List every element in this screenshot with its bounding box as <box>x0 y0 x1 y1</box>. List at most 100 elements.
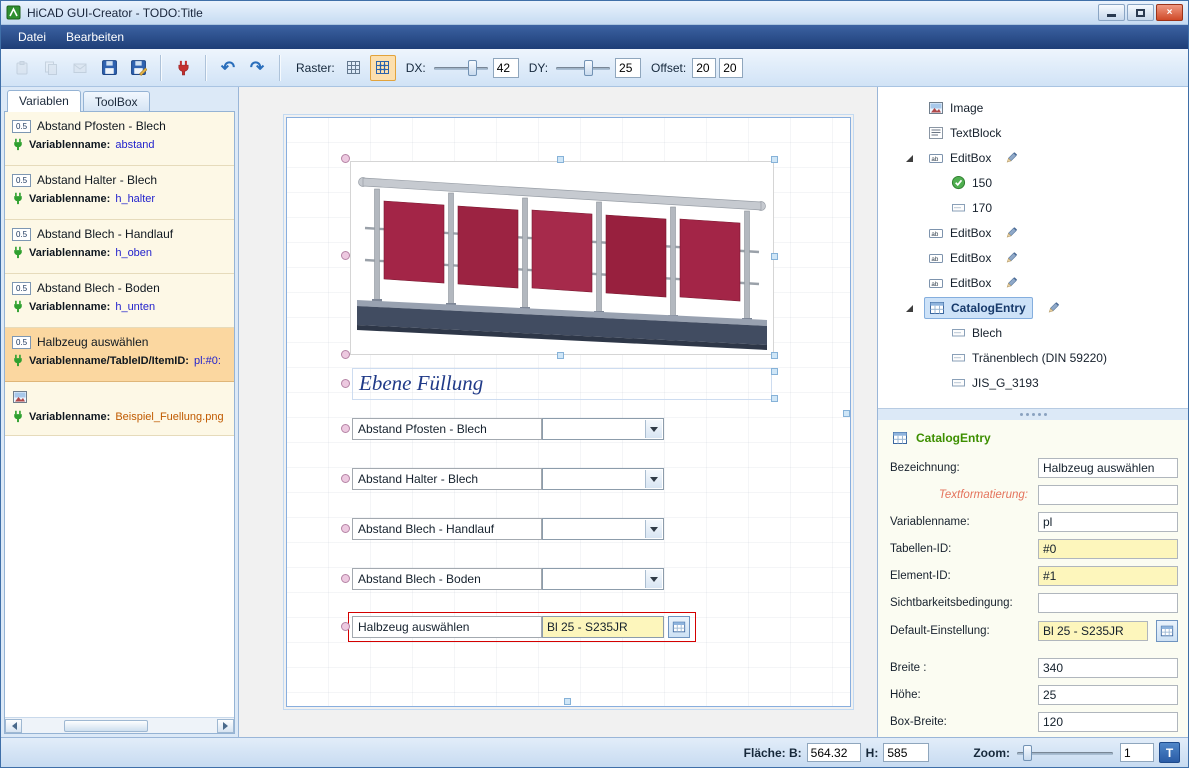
bezeichnung-input[interactable] <box>1038 458 1178 478</box>
export-button[interactable] <box>67 55 93 81</box>
tree-item-170[interactable]: 170 <box>878 195 1184 220</box>
copy-button[interactable] <box>38 55 64 81</box>
variable-card[interactable]: 0.5 Abstand Halter - Blech Variablenname… <box>5 166 234 220</box>
area-height-input[interactable] <box>883 743 929 762</box>
edit-pencil-icon[interactable] <box>1004 151 1018 165</box>
hoehe-input[interactable] <box>1038 685 1178 705</box>
tabellen-id-input[interactable] <box>1038 539 1178 559</box>
selection-handle[interactable] <box>341 350 350 359</box>
element-id-input[interactable] <box>1038 566 1178 586</box>
dx-slider[interactable] <box>432 58 490 78</box>
variable-card[interactable]: Variablenname: Beispiel_Fuellung.png <box>5 382 234 436</box>
scroll-left-arrow[interactable] <box>5 719 22 733</box>
variable-card[interactable]: 0.5 Abstand Blech - Handlauf Variablenna… <box>5 220 234 274</box>
tree-item-editbox[interactable]: ab EditBox <box>878 245 1184 270</box>
tab-variablen[interactable]: Variablen <box>7 90 81 112</box>
selection-handle[interactable] <box>771 156 778 163</box>
sichtbarkeitsbedingung-input[interactable] <box>1038 593 1178 613</box>
dropdown-arrow-button[interactable] <box>645 420 662 438</box>
dropdown-arrow-button[interactable] <box>645 470 662 488</box>
scroll-right-arrow[interactable] <box>217 719 234 733</box>
minimize-button[interactable] <box>1098 4 1125 21</box>
textformatierung-input[interactable] <box>1038 485 1178 505</box>
tree-item-150[interactable]: 150 <box>878 170 1184 195</box>
selection-handle[interactable] <box>341 524 350 533</box>
edit-pencil-icon[interactable] <box>1004 251 1018 265</box>
catalog-value-field[interactable]: Bl 25 - S235JR <box>542 616 664 638</box>
panel-splitter[interactable] <box>878 409 1188 420</box>
dropdown-arrow-button[interactable] <box>645 520 662 538</box>
menu-datei[interactable]: Datei <box>9 27 55 47</box>
grid-toggle-button[interactable] <box>341 55 367 81</box>
tree-item-catalogentry-selected[interactable]: CatalogEntry <box>878 295 1184 320</box>
horizontal-scrollbar[interactable] <box>5 717 234 733</box>
save-as-button[interactable] <box>125 55 151 81</box>
selection-handle[interactable] <box>341 251 350 260</box>
selection-handle[interactable] <box>341 379 350 388</box>
dy-slider[interactable] <box>554 58 612 78</box>
selection-handle[interactable] <box>843 410 850 417</box>
selection-handle[interactable] <box>341 424 350 433</box>
tree-item-editbox[interactable]: ab EditBox <box>878 145 1184 170</box>
zoom-slider[interactable] <box>1015 743 1115 763</box>
tree-item-jis-g-3193[interactable]: JIS_G_3193 <box>878 370 1184 395</box>
selection-handle[interactable] <box>341 154 350 163</box>
dropdown-arrow-button[interactable] <box>645 570 662 588</box>
catalog-entry-row[interactable]: Halbzeug auswählen Bl 25 - S235JR <box>352 616 692 638</box>
undo-button[interactable]: ↶ <box>215 55 241 81</box>
expander-icon[interactable] <box>906 155 913 162</box>
variable-card[interactable]: 0.5 Abstand Blech - Boden Variablenname:… <box>5 274 234 328</box>
grid-snap-toggle-button[interactable] <box>370 55 396 81</box>
default-einstellung-input[interactable] <box>1038 621 1148 641</box>
variable-card[interactable]: 0.5 Abstand Pfosten - Blech Variablennam… <box>5 112 234 166</box>
dropdown[interactable] <box>542 468 664 490</box>
paste-button[interactable] <box>9 55 35 81</box>
text-mode-button[interactable]: T <box>1159 742 1180 763</box>
tree-item-editbox[interactable]: ab EditBox <box>878 270 1184 295</box>
selection-handle[interactable] <box>564 698 571 705</box>
heading-textblock[interactable]: Ebene Füllung <box>352 368 772 400</box>
variablenname-input[interactable] <box>1038 512 1178 532</box>
tree-item-blech[interactable]: Blech <box>878 320 1184 345</box>
pin-variable-button[interactable] <box>170 55 196 81</box>
maximize-button[interactable] <box>1127 4 1154 21</box>
expander-icon[interactable] <box>906 305 913 312</box>
edit-pencil-icon[interactable] <box>1004 276 1018 290</box>
dy-slider-thumb[interactable] <box>584 60 593 76</box>
edit-pencil-icon[interactable] <box>1004 226 1018 240</box>
tree-item-traenenblech[interactable]: Tränenblech (DIN 59220) <box>878 345 1184 370</box>
catalog-browse-button[interactable] <box>1156 620 1178 642</box>
offset-x-input[interactable] <box>692 58 716 78</box>
selection-handle[interactable] <box>771 395 778 402</box>
dx-input[interactable] <box>493 58 519 78</box>
dialog-design-page[interactable]: Ebene Füllung Abstand Pfosten - Blech Ab… <box>286 117 851 707</box>
selection-handle[interactable] <box>557 156 564 163</box>
dropdown[interactable] <box>542 568 664 590</box>
selection-handle[interactable] <box>341 574 350 583</box>
tree-item-image[interactable]: Image <box>878 95 1184 120</box>
dropdown[interactable] <box>542 418 664 440</box>
selection-handle[interactable] <box>341 622 350 631</box>
dx-slider-thumb[interactable] <box>468 60 477 76</box>
tree-item-editbox[interactable]: ab EditBox <box>878 220 1184 245</box>
zoom-value-input[interactable] <box>1120 743 1154 762</box>
tab-toolbox[interactable]: ToolBox <box>83 91 150 112</box>
dy-input[interactable] <box>615 58 641 78</box>
selection-handle[interactable] <box>341 474 350 483</box>
redo-button[interactable]: ↷ <box>244 55 270 81</box>
variable-card-selected[interactable]: 0.5 Halbzeug auswählen Variablenname/Tab… <box>5 328 234 382</box>
dy-slider-track[interactable] <box>556 67 610 70</box>
box-breite-input[interactable] <box>1038 712 1178 732</box>
save-button[interactable] <box>96 55 122 81</box>
dropdown[interactable] <box>542 518 664 540</box>
area-width-input[interactable] <box>807 743 861 762</box>
scrollbar-thumb[interactable] <box>64 720 148 732</box>
tree-item-textblock[interactable]: TextBlock <box>878 120 1184 145</box>
menu-bearbeiten[interactable]: Bearbeiten <box>57 27 133 47</box>
catalog-browse-button[interactable] <box>668 616 690 638</box>
offset-y-input[interactable] <box>719 58 743 78</box>
zoom-slider-thumb[interactable] <box>1023 745 1032 761</box>
selection-handle[interactable] <box>771 368 778 375</box>
edit-pencil-icon[interactable] <box>1046 301 1060 315</box>
breite-input[interactable] <box>1038 658 1178 678</box>
